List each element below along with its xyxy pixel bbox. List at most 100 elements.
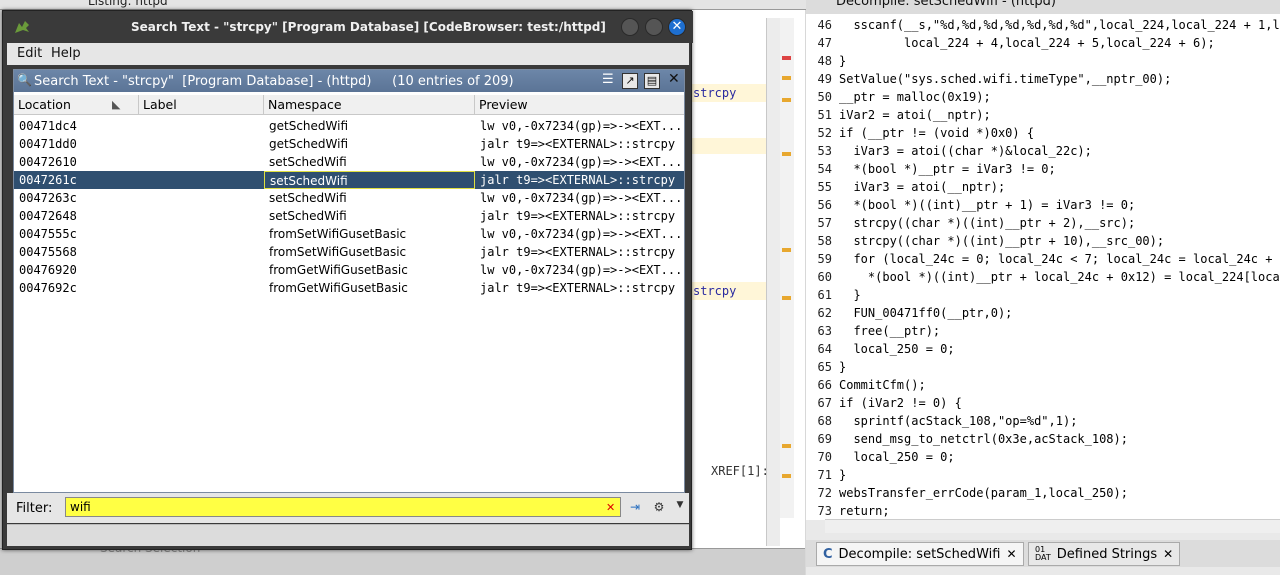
line-number: 66 [817,378,832,392]
code-line[interactable]: websTransfer_errCode(param_1,local_250); [839,486,1128,500]
make-selection-icon[interactable]: ↗ [622,73,638,89]
code-line[interactable]: } [839,54,846,68]
code-line[interactable]: *(bool *)((int)__ptr + local_24c + 0x12)… [839,270,1280,284]
line-number: 56 [817,198,832,212]
code-line[interactable]: for (local_24c = 0; local_24c < 7; local… [839,252,1280,266]
dialog-title-bar[interactable]: Search Text - "strcpy" [Program Database… [3,11,693,43]
cell-preview: jalr t9=><EXTERNAL>::strcpy [480,245,676,259]
line-number: 62 [817,306,832,320]
column-namespace[interactable]: Namespace [264,95,475,115]
cell-label [139,207,264,225]
code-line[interactable]: iVar3 = atoi(__nptr); [839,180,1005,194]
column-label[interactable]: Label [139,95,264,115]
filter-label: Filter: [16,501,53,516]
table-row[interactable]: 0047692c fromGetWifiGusetBasic jalr t9=><E… [14,279,684,297]
code-line[interactable]: send_msg_to_netctrl(0x3e,acStack_108); [839,432,1128,446]
code-line[interactable]: } [839,360,846,374]
chevron-down-icon[interactable]: ▼ [671,500,689,516]
cell-label [139,171,264,189]
filter-options-icon[interactable]: ⚙ [650,500,668,516]
menu-edit[interactable]: Edit [17,46,42,61]
results-panel-title: Search Text - "strcpy" [Program Database… [34,74,514,89]
line-number: 47 [817,36,832,50]
cell-preview: lw v0,-0x7234(gp)=>-><EXT... [480,227,683,241]
cell-label [139,117,264,135]
code-line[interactable]: sscanf(__s,"%d,%d,%d,%d,%d,%d,%d",local_… [839,18,1280,32]
line-number: 52 [817,126,832,140]
close-icon[interactable]: ✕ [1006,547,1016,561]
table-row[interactable]: 00475568 fromSetWifiGusetBasic jalr t9=><E… [14,243,684,261]
cell-location: 00476920 [19,263,77,277]
table-row[interactable]: 00476920 fromGetWifiGusetBasic lw v0,-0x72… [14,261,684,279]
code-line[interactable]: sprintf(acStack_108,"op=%d",1); [839,414,1077,428]
code-line[interactable]: SetValue("sys.sched.wifi.timeType",__npt… [839,72,1171,86]
decompiler-tab-bar: C Decompile: setSchedWifi ✕ 01 DAT Define… [806,540,1280,567]
cell-preview: jalr t9=><EXTERNAL>::strcpy [480,281,676,295]
code-line[interactable]: *(bool *)((int)__ptr + 1) = iVar3 != 0; [839,198,1135,212]
table-row[interactable]: 00471dd0 getSchedWifi jalr t9=><EXTERNAL>:… [14,135,684,153]
line-number: 70 [817,450,832,464]
code-line[interactable]: FUN_00471ff0(__ptr,0); [839,306,1012,320]
line-number: 59 [817,252,832,266]
menu-help[interactable]: Help [51,46,81,61]
cell-location: 00475568 [19,245,77,259]
cell-label [139,189,264,207]
snapshot-icon[interactable]: ▤ [644,73,660,89]
code-line[interactable]: iVar3 = atoi((char *)&local_22c); [839,144,1091,158]
table-row[interactable]: 0047261c setSchedWifi jalr t9=><EXTERNAL>:… [14,171,684,189]
table-row[interactable]: 00471dc4 getSchedWifi lw v0,-0x7234(gp)=>-… [14,117,684,135]
close-icon[interactable]: ✕ [668,71,680,87]
close-button[interactable]: ✕ [668,18,686,36]
table-header: Location ◣ Label Namespace Preview [14,95,684,115]
minimize-button[interactable] [621,18,639,36]
cell-namespace: getSchedWifi [269,137,349,151]
decompiler-code-area[interactable]: 46 sscanf(__s,"%d,%d,%d,%d,%d,%d,%d",loc… [806,14,1280,520]
line-number: 54 [817,162,832,176]
code-line[interactable]: local_224 + 4,local_224 + 5,local_224 + … [839,36,1215,50]
table-row[interactable]: 00472610 setSchedWifi lw v0,-0x7234(gp)=>-… [14,153,684,171]
maximize-button[interactable] [645,18,663,36]
filter-input[interactable]: wifi [65,497,621,517]
code-line[interactable]: strcpy((char *)((int)__ptr + 2),__src); [839,216,1135,230]
line-number: 69 [817,432,832,446]
code-line[interactable]: if (__ptr != (void *)0x0) { [839,126,1034,140]
table-row[interactable]: 00472648 setSchedWifi jalr t9=><EXTERNAL>:… [14,207,684,225]
code-line[interactable]: } [839,468,846,482]
cell-location: 00471dd0 [19,137,77,151]
search-icon: 🔍 [17,73,32,87]
close-icon[interactable]: ✕ [1163,547,1173,561]
cell-location: 0047261c [19,173,77,187]
code-line[interactable]: free(__ptr); [839,324,940,338]
listing-scrollbar[interactable] [766,18,780,546]
tab-defined-strings[interactable]: 01 DAT Defined Strings ✕ [1028,542,1181,566]
table-row[interactable]: 0047555c fromSetWifiGusetBasic lw v0,-0x72… [14,225,684,243]
table-columns-icon[interactable]: ☰ [602,72,614,87]
code-line[interactable]: } [839,288,860,302]
line-number: 60 [817,270,832,284]
code-line[interactable]: local_250 = 0; [839,342,954,356]
code-line[interactable]: strcpy((char *)((int)__ptr + 10),__src_0… [839,234,1164,248]
cell-location: 0047263c [19,191,77,205]
code-line[interactable]: if (iVar2 != 0) { [839,396,962,410]
cell-namespace: setSchedWifi [264,171,475,189]
code-line[interactable]: __ptr = malloc(0x19); [839,90,991,104]
column-preview[interactable]: Preview [475,95,684,115]
code-line[interactable]: local_250 = 0; [839,450,954,464]
cell-location: 0047555c [19,227,77,241]
line-number: 72 [817,486,832,500]
tab-decompile[interactable]: C Decompile: setSchedWifi ✕ [816,542,1024,566]
cell-location: 00472610 [19,155,77,169]
tab-defined-strings-label: Defined Strings [1056,546,1158,562]
code-line[interactable]: iVar2 = atoi(__nptr); [839,108,991,122]
code-line[interactable]: return; [839,504,890,518]
listing-tab[interactable]: Listing: httpd [88,0,168,8]
filter-bar: Filter: wifi ✕ ⇥ ⚙ ▼ [7,493,689,523]
table-row[interactable]: 0047263c setSchedWifi lw v0,-0x7234(gp)=>-… [14,189,684,207]
decompiler-horizontal-scrollbar[interactable] [825,519,1280,533]
line-number: 48 [817,54,832,68]
code-line[interactable]: CommitCfm(); [839,378,926,392]
filter-navigate-icon[interactable]: ⇥ [626,500,644,516]
clear-filter-icon[interactable]: ✕ [606,501,615,514]
code-line[interactable]: *(bool *)__ptr = iVar3 != 0; [839,162,1055,176]
cell-namespace: setSchedWifi [269,191,347,205]
